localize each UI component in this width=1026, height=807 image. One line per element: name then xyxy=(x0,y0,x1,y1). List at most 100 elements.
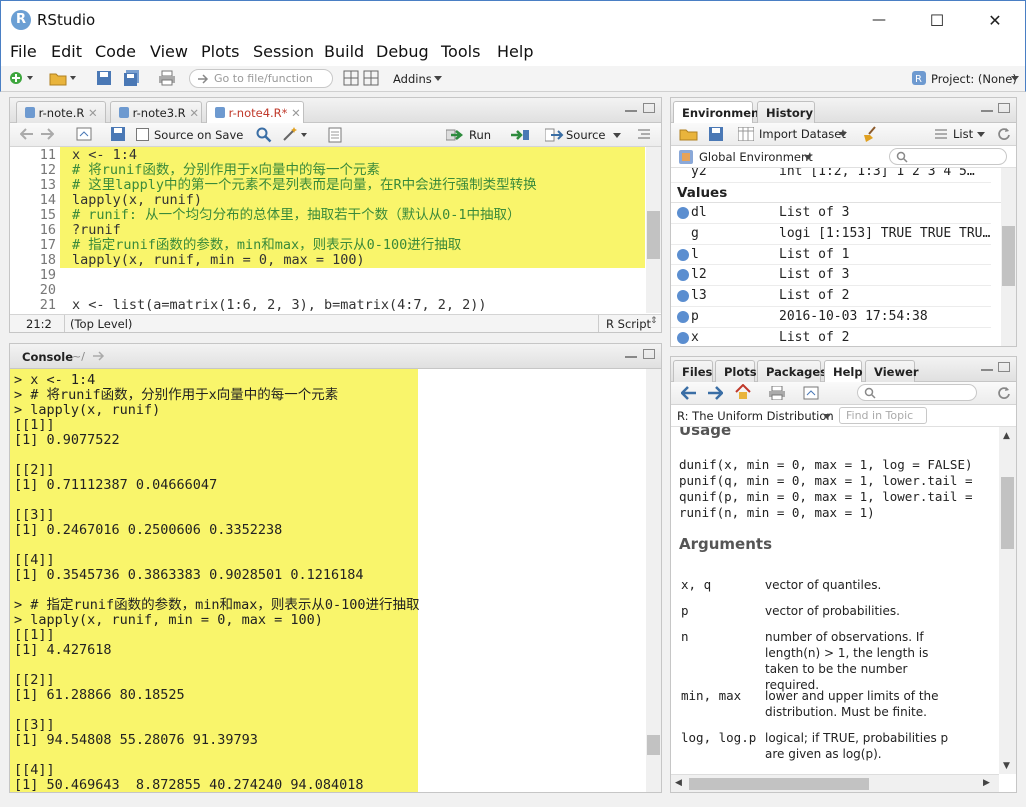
expand-icon[interactable] xyxy=(677,290,689,303)
scroll-down-icon[interactable]: ▼ xyxy=(1003,761,1010,771)
project-menu[interactable]: Project: (None) xyxy=(931,72,1017,86)
goto-dir-icon[interactable] xyxy=(92,350,106,362)
env-row-dl[interactable]: dl List of 3 xyxy=(671,203,991,224)
tab-packages[interactable]: Packages xyxy=(757,360,827,382)
broom-icon[interactable] xyxy=(861,125,879,143)
scroll-right-icon[interactable]: ▶ xyxy=(983,778,990,788)
find-in-topic-input[interactable]: Find in Topic xyxy=(839,407,927,424)
code-line[interactable]: 16 ?runif xyxy=(10,223,646,238)
goto-file-input[interactable]: Go to file/function xyxy=(189,69,333,88)
menu-build[interactable]: Build xyxy=(324,42,364,61)
editor-scrollbar[interactable] xyxy=(646,147,661,313)
console-scrollbar[interactable] xyxy=(646,369,661,792)
save-icon[interactable] xyxy=(96,70,112,86)
save-all-icon[interactable] xyxy=(123,70,141,86)
env-row-g[interactable]: g logi [1:153] TRUE TRUE TRU… xyxy=(671,224,991,245)
tab-viewer[interactable]: Viewer xyxy=(865,360,919,382)
menu-debug[interactable]: Debug xyxy=(376,42,429,61)
run-arrow-icon[interactable] xyxy=(446,128,464,142)
env-row-l3[interactable]: l3 List of 2 xyxy=(671,286,991,307)
new-file-icon[interactable] xyxy=(8,70,34,86)
tab-files[interactable]: Files xyxy=(673,360,713,382)
import-dataset-icon[interactable] xyxy=(738,127,754,141)
scrollbar-thumb[interactable] xyxy=(647,211,660,259)
code-editor[interactable]: 11 x <- 1:4 12 # 将runif函数，分别作用于x向量中的每一个元素 13… xyxy=(10,147,646,313)
outline-icon[interactable] xyxy=(638,129,650,139)
import-dataset-button[interactable]: Import Dataset xyxy=(759,127,846,141)
tab-r-note4[interactable]: r-note4.R* ✕ xyxy=(206,101,304,124)
expand-icon[interactable] xyxy=(677,331,689,344)
scope-selector[interactable]: (Top Level) xyxy=(70,317,132,331)
code-line[interactable]: 12 # 将runif函数，分别作用于x向量中的每一个元素 xyxy=(10,163,646,178)
console-output[interactable]: > x <- 1:4 > # 将runif函数，分别作用于x向量中的每一个元素 > … xyxy=(10,369,646,792)
search-icon[interactable] xyxy=(256,127,272,143)
code-line[interactable]: 15 # runif: 从一个均匀分布的总体里，抽取若干个数（默认从0-1中抽取） xyxy=(10,208,646,223)
source-on-save-checkbox[interactable] xyxy=(136,128,149,141)
source-arrow-icon[interactable] xyxy=(545,128,565,142)
code-line[interactable]: 21 x <- list(a=matrix(1:6, 2, 3), b=matri… xyxy=(10,298,646,313)
maximize-pane-icon[interactable] xyxy=(998,362,1010,372)
expand-icon[interactable] xyxy=(677,269,689,282)
minimize-pane-icon[interactable] xyxy=(981,107,993,112)
env-row-l2[interactable]: l2 List of 3 xyxy=(671,265,991,287)
menu-view[interactable]: View xyxy=(150,42,188,61)
help-hscrollbar[interactable]: ◀ ▶ xyxy=(671,774,999,792)
forward-arrow-icon[interactable] xyxy=(40,128,54,140)
minimize-pane-icon[interactable] xyxy=(625,107,637,112)
show-in-window-icon[interactable] xyxy=(76,127,92,141)
code-line[interactable]: 17 # 指定runif函数的参数，min和max，则表示从0-100进行抽取 xyxy=(10,238,646,253)
env-row-y2[interactable]: y2 int [1:2, 1:3] 1 2 3 4 5… xyxy=(671,168,991,183)
run-button[interactable]: Run xyxy=(469,128,491,142)
tab-r-note[interactable]: r-note.R ✕ xyxy=(16,101,106,123)
refresh-icon[interactable] xyxy=(997,386,1011,400)
close-tab-icon[interactable]: ✕ xyxy=(291,106,301,120)
env-row-l[interactable]: l List of 1 xyxy=(671,245,991,266)
env-row-x[interactable]: x List of 2 xyxy=(671,328,991,346)
back-arrow-icon[interactable] xyxy=(20,128,34,140)
file-type-selector[interactable]: R Script xyxy=(606,317,651,331)
maximize-button[interactable]: ☐ xyxy=(914,1,960,39)
code-line[interactable]: 19 xyxy=(10,268,646,283)
tab-environment[interactable]: Environment xyxy=(673,101,765,124)
view-mode-selector[interactable]: List xyxy=(953,127,973,141)
pane-layout-icon[interactable] xyxy=(343,70,381,86)
print-icon[interactable] xyxy=(158,70,176,86)
env-row-p[interactable]: p 2016-10-03 17:54:38 xyxy=(671,307,991,328)
expand-icon[interactable] xyxy=(677,248,689,261)
tab-help[interactable]: Help xyxy=(824,360,863,383)
scrollbar-thumb[interactable] xyxy=(689,778,869,790)
close-tab-icon[interactable]: ✕ xyxy=(88,106,98,120)
maximize-pane-icon[interactable] xyxy=(643,103,655,113)
code-line[interactable]: 13 # 这里lapply中的第一个元素不是列表而是向量，在R中会进行强制类型转换 xyxy=(10,178,646,193)
forward-arrow-icon[interactable] xyxy=(707,386,723,400)
scroll-up-icon[interactable]: ▲ xyxy=(1003,431,1010,441)
scroll-left-icon[interactable]: ◀ xyxy=(675,778,682,788)
addins-menu[interactable]: Addins xyxy=(393,72,432,86)
env-search-input[interactable] xyxy=(889,148,1007,165)
menu-session[interactable]: Session xyxy=(253,42,314,61)
show-in-window-icon[interactable] xyxy=(803,386,819,400)
tab-r-note3[interactable]: r-note3.R ✕ xyxy=(110,101,202,123)
minimize-pane-icon[interactable] xyxy=(625,353,637,358)
tab-plots[interactable]: Plots xyxy=(715,360,757,382)
minimize-pane-icon[interactable] xyxy=(981,366,993,371)
refresh-icon[interactable] xyxy=(997,127,1011,141)
minimize-button[interactable]: — xyxy=(856,1,902,39)
back-arrow-icon[interactable] xyxy=(681,386,697,400)
scrollbar-thumb[interactable] xyxy=(1001,477,1014,549)
menu-code[interactable]: Code xyxy=(95,42,136,61)
help-topic-selector[interactable]: R: The Uniform Distribution xyxy=(677,409,834,423)
tab-history[interactable]: History xyxy=(757,101,815,123)
menu-plots[interactable]: Plots xyxy=(201,42,240,61)
save-icon[interactable] xyxy=(709,127,723,141)
environment-scope-selector[interactable]: Global Environment xyxy=(699,150,813,164)
code-line[interactable]: 20 xyxy=(10,283,646,298)
list-view-icon[interactable] xyxy=(935,129,947,139)
help-scrollbar[interactable]: ▲ ▼ xyxy=(999,427,1016,774)
menu-file[interactable]: File xyxy=(10,42,37,61)
magic-wand-icon[interactable] xyxy=(282,126,308,142)
menu-edit[interactable]: Edit xyxy=(51,42,82,61)
close-button[interactable]: ✕ xyxy=(972,1,1018,39)
menu-help[interactable]: Help xyxy=(497,42,533,61)
chevron-down-icon[interactable] xyxy=(613,133,621,138)
